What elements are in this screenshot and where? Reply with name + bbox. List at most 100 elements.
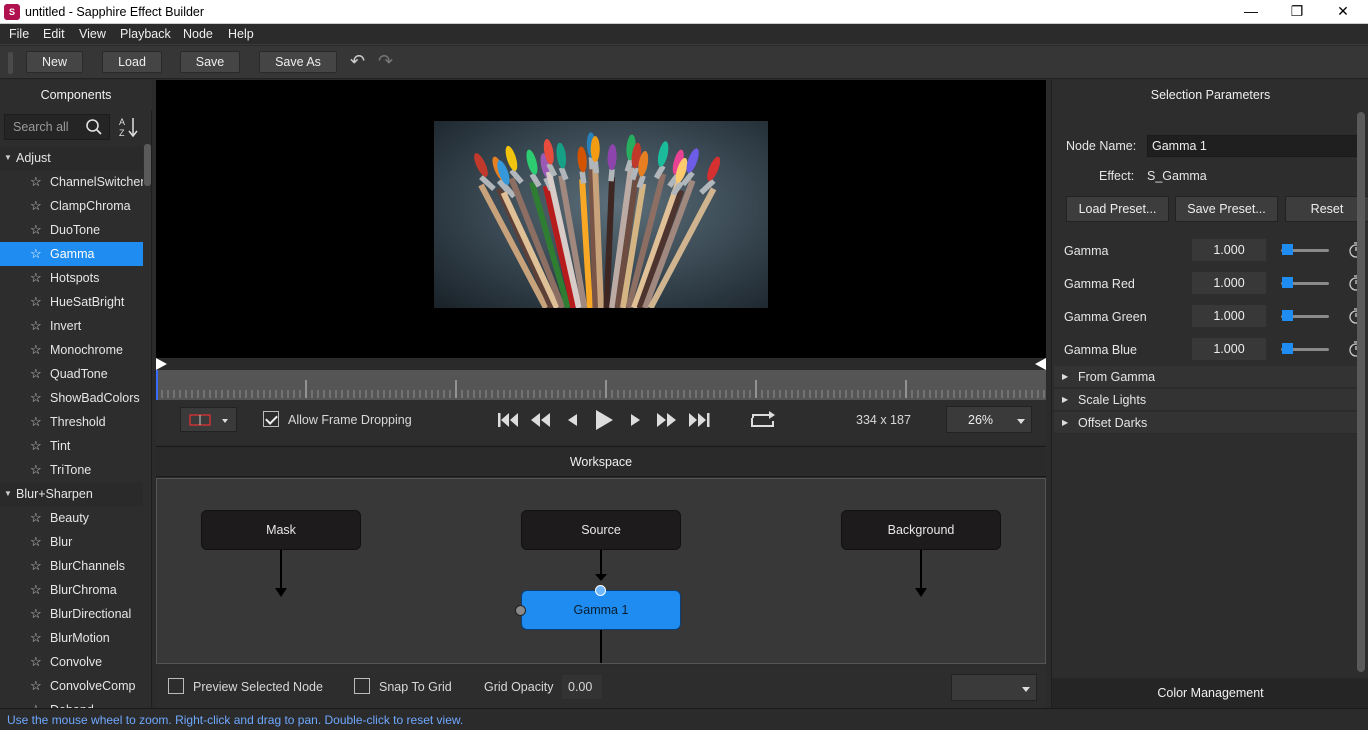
sort-az-icon[interactable]: A Z: [118, 116, 140, 138]
expand-triangle-icon[interactable]: ▶: [1062, 412, 1068, 434]
parameter-value-field[interactable]: 1.000: [1192, 338, 1266, 360]
expand-triangle-icon[interactable]: ▼: [4, 482, 12, 506]
favorite-star-icon[interactable]: ☆: [30, 554, 42, 578]
favorite-star-icon[interactable]: ☆: [30, 410, 42, 434]
tree-item[interactable]: ☆ TriTone: [0, 458, 143, 482]
node-mask[interactable]: Mask: [201, 510, 361, 550]
allow-frame-dropping-checkbox[interactable]: [263, 411, 279, 427]
gamma-input-port[interactable]: [595, 585, 606, 596]
tree-item[interactable]: ☆ ClampChroma: [0, 194, 143, 218]
parameter-group[interactable]: ▶ Offset Darks: [1054, 412, 1358, 434]
tree-item[interactable]: ☆ Hotspots: [0, 266, 143, 290]
favorite-star-icon[interactable]: ☆: [30, 530, 42, 554]
parameter-value-field[interactable]: 1.000: [1192, 239, 1266, 261]
tree-item[interactable]: ☆ BlurMotion: [0, 626, 143, 650]
parameter-slider-handle[interactable]: [1282, 310, 1293, 321]
redo-icon[interactable]: ↷: [378, 51, 393, 72]
grid-opacity-value[interactable]: 0.00: [568, 680, 592, 694]
snap-to-grid-checkbox[interactable]: [354, 678, 370, 694]
rewind-icon[interactable]: [528, 410, 552, 430]
favorite-star-icon[interactable]: ☆: [30, 458, 42, 482]
search-icon[interactable]: [85, 118, 103, 136]
tree-item[interactable]: ☆ Deband: [0, 698, 143, 708]
favorite-star-icon[interactable]: ☆: [30, 602, 42, 626]
node-gamma-selected[interactable]: Gamma 1: [521, 590, 681, 630]
workspace-options-dropdown[interactable]: [951, 674, 1037, 701]
favorite-star-icon[interactable]: ☆: [30, 314, 42, 338]
menu-help[interactable]: Help: [228, 27, 254, 41]
tree-item[interactable]: ☆ Monochrome: [0, 338, 143, 362]
preview-viewer[interactable]: [156, 80, 1046, 358]
favorite-star-icon[interactable]: ☆: [30, 338, 42, 362]
tree-item[interactable]: ☆ Gamma: [0, 242, 143, 266]
play-icon[interactable]: [592, 407, 616, 433]
favorite-star-icon[interactable]: ☆: [30, 266, 42, 290]
menu-file[interactable]: File: [9, 27, 29, 41]
favorite-star-icon[interactable]: ☆: [30, 386, 42, 410]
favorite-star-icon[interactable]: ☆: [30, 290, 42, 314]
skip-to-start-icon[interactable]: [496, 410, 520, 430]
expand-triangle-icon[interactable]: ▶: [1062, 366, 1068, 388]
tree-item[interactable]: ☆ BlurDirectional: [0, 602, 143, 626]
node-source[interactable]: Source: [521, 510, 681, 550]
node-background[interactable]: Background: [841, 510, 1001, 550]
loop-icon[interactable]: [749, 410, 777, 430]
parameter-value-field[interactable]: 1.000: [1192, 305, 1266, 327]
tree-item[interactable]: ☆ BlurChannels: [0, 554, 143, 578]
tree-item[interactable]: ☆ ShowBadColors: [0, 386, 143, 410]
gamma-mask-port[interactable]: [515, 605, 526, 616]
favorite-star-icon[interactable]: ☆: [30, 674, 42, 698]
tree-item[interactable]: ☆ Invert: [0, 314, 143, 338]
tree-category[interactable]: ▼ Blur+Sharpen: [0, 482, 143, 506]
node-name-input[interactable]: Gamma 1: [1147, 135, 1359, 157]
tree-item[interactable]: ☆ HueSatBright: [0, 290, 143, 314]
step-back-icon[interactable]: [564, 410, 580, 430]
parameter-group[interactable]: ▶ From Gamma: [1054, 366, 1358, 388]
scrollbar-thumb[interactable]: [144, 144, 151, 186]
view-mode-dropdown[interactable]: [180, 407, 237, 432]
favorite-star-icon[interactable]: ☆: [30, 194, 42, 218]
favorite-star-icon[interactable]: ☆: [30, 170, 42, 194]
favorite-star-icon[interactable]: ☆: [30, 578, 42, 602]
tree-item[interactable]: ☆ Beauty: [0, 506, 143, 530]
save-preset-button[interactable]: Save Preset...: [1175, 196, 1278, 222]
menu-view[interactable]: View: [79, 27, 106, 41]
tree-item[interactable]: ☆ Tint: [0, 434, 143, 458]
parameters-scrollbar[interactable]: [1357, 112, 1365, 672]
tree-item[interactable]: ☆ BlurChroma: [0, 578, 143, 602]
grid-opacity-field[interactable]: 0.00: [562, 675, 602, 699]
favorite-star-icon[interactable]: ☆: [30, 506, 42, 530]
tree-item[interactable]: ☆ DuoTone: [0, 218, 143, 242]
zoom-dropdown[interactable]: 26%: [946, 406, 1032, 433]
menu-node[interactable]: Node: [183, 27, 213, 41]
tree-item[interactable]: ☆ Blur: [0, 530, 143, 554]
color-management-button[interactable]: Color Management: [1052, 678, 1368, 708]
new-button[interactable]: New: [26, 51, 83, 73]
favorite-star-icon[interactable]: ☆: [30, 362, 42, 386]
load-preset-button[interactable]: Load Preset...: [1066, 196, 1169, 222]
favorite-star-icon[interactable]: ☆: [30, 434, 42, 458]
search-box[interactable]: Search all: [4, 114, 110, 140]
preview-selected-node-checkbox[interactable]: [168, 678, 184, 694]
menu-edit[interactable]: Edit: [43, 27, 65, 41]
tree-item[interactable]: ☆ ChannelSwitcher: [0, 170, 143, 194]
in-point-marker[interactable]: [156, 358, 167, 370]
load-button[interactable]: Load: [102, 51, 162, 73]
save-as-button[interactable]: Save As: [259, 51, 337, 73]
parameter-slider-handle[interactable]: [1282, 343, 1293, 354]
step-forward-icon[interactable]: [628, 410, 644, 430]
favorite-star-icon[interactable]: ☆: [30, 698, 42, 708]
tree-item[interactable]: ☆ Threshold: [0, 410, 143, 434]
playhead[interactable]: [156, 370, 158, 400]
node-graph[interactable]: Mask Source Background Gamma 1: [156, 478, 1046, 664]
out-point-marker[interactable]: [1035, 358, 1046, 370]
minimize-button[interactable]: —: [1228, 0, 1274, 24]
toolbar-grip[interactable]: [8, 52, 13, 74]
reset-button[interactable]: Reset: [1285, 196, 1368, 222]
favorite-star-icon[interactable]: ☆: [30, 650, 42, 674]
search-input[interactable]: Search all: [13, 120, 69, 134]
timeline[interactable]: [156, 358, 1046, 400]
undo-icon[interactable]: ↶: [350, 51, 365, 72]
expand-triangle-icon[interactable]: ▶: [1062, 389, 1068, 411]
favorite-star-icon[interactable]: ☆: [30, 218, 42, 242]
